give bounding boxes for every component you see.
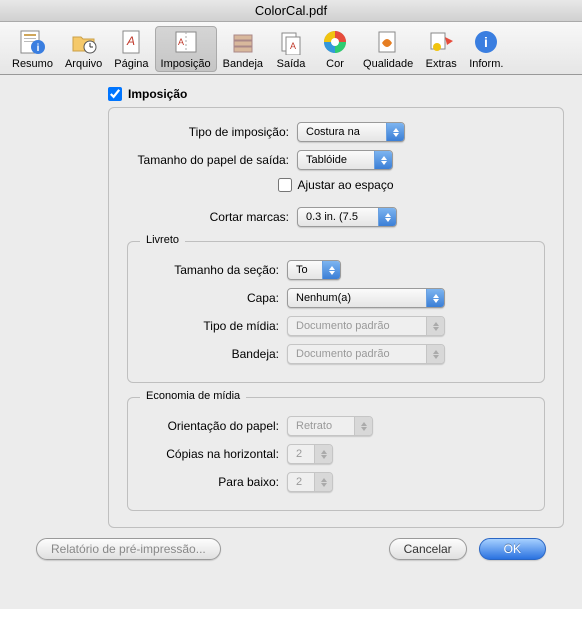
prepress-report-button[interactable]: Relatório de pré-impressão... — [36, 538, 221, 560]
toolbar-label: Resumo — [12, 58, 53, 70]
enable-imposition-checkbox[interactable] — [108, 87, 122, 101]
imposition-icon: A — [170, 28, 202, 56]
copies-horizontal-stepper: 2 — [287, 444, 333, 464]
select-arrows-icon — [426, 289, 444, 307]
toolbar-label: Saída — [277, 58, 306, 70]
select-value: Documento padrão — [296, 348, 390, 360]
select-arrows-icon — [322, 261, 340, 279]
select-value: 0.3 in. (7.5 — [306, 211, 358, 223]
svg-text:A: A — [178, 37, 184, 47]
crop-marks-select[interactable]: 0.3 in. (7.5 — [297, 207, 397, 227]
orientation-label: Orientação do papel: — [142, 419, 287, 433]
select-value: Tablóide — [306, 154, 347, 166]
media-economy-legend: Economia de mídia — [140, 390, 246, 402]
imposition-type-label: Tipo de imposição: — [127, 125, 297, 139]
toolbar-item-saida[interactable]: A Saída — [269, 26, 313, 72]
select-value: To — [296, 264, 308, 276]
toolbar-item-inform[interactable]: i Inform. — [463, 26, 509, 72]
booklet-fieldset: Livreto Tamanho da seção: To Capa: Nenhu… — [127, 241, 545, 383]
select-arrows-icon — [374, 151, 392, 169]
svg-text:A: A — [290, 41, 296, 51]
toolbar-item-arquivo[interactable]: Arquivo — [59, 26, 108, 72]
toolbar-label: Inform. — [469, 58, 503, 70]
toolbar-item-imposicao[interactable]: A Imposição — [155, 26, 217, 72]
toolbar-label: Imposição — [161, 58, 211, 70]
toolbar-item-resumo[interactable]: i Resumo — [6, 26, 59, 72]
toolbar-item-extras[interactable]: Extras — [419, 26, 463, 72]
info-page-icon: i — [16, 28, 48, 56]
content-area: Imposição Tipo de imposição: Costura na … — [0, 75, 582, 609]
folder-clock-icon — [68, 28, 100, 56]
imposition-type-select[interactable]: Costura na — [297, 122, 405, 142]
toolbar-item-cor[interactable]: Cor — [313, 26, 357, 72]
tray-label: Bandeja: — [142, 347, 287, 361]
window-title: ColorCal.pdf — [0, 0, 582, 22]
fit-to-space-checkbox-row[interactable]: Ajustar ao espaço — [278, 178, 393, 192]
media-type-select: Documento padrão — [287, 316, 445, 336]
toolbar-label: Cor — [326, 58, 344, 70]
select-arrows-icon — [386, 123, 404, 141]
tray-select: Documento padrão — [287, 344, 445, 364]
toolbar-label: Arquivo — [65, 58, 102, 70]
crop-marks-label: Cortar marcas: — [127, 210, 297, 224]
imposition-group: Tipo de imposição: Costura na Tamanho do… — [108, 107, 564, 528]
tray-icon — [227, 28, 259, 56]
svg-text:i: i — [37, 43, 40, 54]
copies-vertical-stepper: 2 — [287, 472, 333, 492]
media-type-label: Tipo de mídia: — [142, 319, 287, 333]
toolbar-item-bandeja[interactable]: Bandeja — [217, 26, 269, 72]
toolbar-item-qualidade[interactable]: Qualidade — [357, 26, 419, 72]
cancel-button[interactable]: Cancelar — [389, 538, 467, 560]
fit-to-space-checkbox[interactable] — [278, 178, 292, 192]
quality-icon — [372, 28, 404, 56]
section-size-label: Tamanho da seção: — [142, 263, 287, 277]
select-value: Documento padrão — [296, 320, 390, 332]
select-value: 2 — [296, 476, 302, 488]
toolbar-label: Página — [114, 58, 148, 70]
ok-button[interactable]: OK — [479, 538, 546, 560]
footer: Relatório de pré-impressão... Cancelar O… — [18, 528, 564, 560]
media-economy-fieldset: Economia de mídia Orientação do papel: R… — [127, 397, 545, 511]
cover-select[interactable]: Nenhum(a) — [287, 288, 445, 308]
fit-to-space-label: Ajustar ao espaço — [297, 178, 393, 192]
toolbar-label: Qualidade — [363, 58, 413, 70]
select-value: Nenhum(a) — [296, 292, 351, 304]
select-arrows-icon — [354, 417, 372, 435]
select-value: Retrato — [296, 420, 332, 432]
select-arrows-icon — [426, 345, 444, 363]
toolbar-label: Extras — [426, 58, 457, 70]
orientation-select: Retrato — [287, 416, 373, 436]
page-icon: A — [115, 28, 147, 56]
svg-text:A: A — [126, 34, 135, 48]
extras-icon — [425, 28, 457, 56]
select-arrows-icon — [314, 445, 332, 463]
copies-horizontal-label: Cópias na horizontal: — [142, 447, 287, 461]
booklet-legend: Livreto — [140, 234, 185, 246]
paper-size-select[interactable]: Tablóide — [297, 150, 393, 170]
select-value: Costura na — [306, 126, 360, 138]
paper-size-label: Tamanho do papel de saída: — [127, 153, 297, 167]
select-arrows-icon — [378, 208, 396, 226]
color-wheel-icon — [319, 28, 351, 56]
copies-vertical-label: Para baixo: — [142, 475, 287, 489]
toolbar-item-pagina[interactable]: A Página — [108, 26, 154, 72]
svg-text:i: i — [484, 34, 488, 50]
enable-imposition-label: Imposição — [128, 87, 187, 101]
select-value: 2 — [296, 448, 302, 460]
select-arrows-icon — [314, 473, 332, 491]
select-arrows-icon — [426, 317, 444, 335]
output-icon: A — [275, 28, 307, 56]
section-size-select[interactable]: To — [287, 260, 341, 280]
toolbar: i Resumo Arquivo A Página A Imposição Ba… — [0, 22, 582, 75]
toolbar-label: Bandeja — [223, 58, 263, 70]
info-icon: i — [470, 28, 502, 56]
cover-label: Capa: — [142, 291, 287, 305]
